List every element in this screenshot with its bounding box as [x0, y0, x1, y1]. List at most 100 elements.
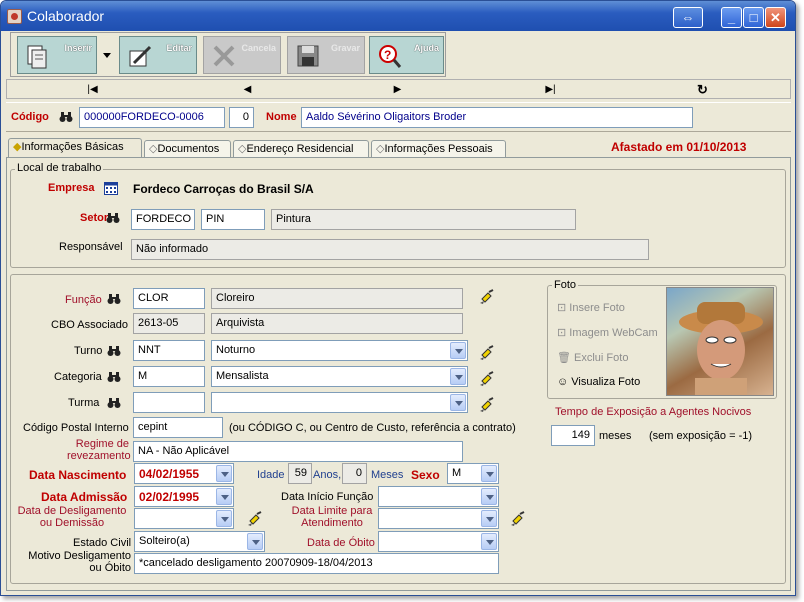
app-icon: [7, 9, 22, 24]
estado-civil-select[interactable]: Solteiro(a): [134, 531, 265, 552]
inicio-funcao-label: Data Início Função: [281, 491, 374, 503]
limite-atendimento-input[interactable]: [378, 508, 499, 529]
setor-sub-input[interactable]: PIN: [201, 209, 265, 230]
admissao-label: Data Admissão: [41, 490, 128, 504]
categoria-select[interactable]: Mensalista: [211, 366, 468, 387]
status-afastado: Afastado em 01/10/2013: [611, 140, 747, 154]
codigo-input[interactable]: 000000FORDECO-0006: [79, 107, 225, 128]
regime-input[interactable]: NA - Não Aplicável: [133, 441, 463, 462]
anos-label: Anos,: [313, 469, 342, 481]
motivo-label: Motivo Desligamento ou Óbito: [28, 550, 131, 574]
cbo-code-field: 2613-05: [133, 313, 205, 334]
turma-code-input[interactable]: [133, 392, 205, 413]
meses-label: Meses: [371, 469, 404, 481]
nav-prev-button[interactable]: ◀: [170, 82, 325, 97]
nav-next-button[interactable]: ▶: [320, 82, 475, 97]
employee-photo-image: [679, 302, 763, 395]
obito-input[interactable]: [378, 531, 499, 552]
idade-field: 59: [288, 463, 312, 484]
setor-binoculars-icon[interactable]: [106, 212, 120, 224]
clear-brush-icon[interactable]: [479, 289, 495, 305]
insert-document-icon: [27, 45, 47, 69]
categoria-binoculars-icon[interactable]: [107, 371, 121, 383]
admissao-input[interactable]: 02/02/1995: [134, 486, 234, 507]
exposicao-hint: (sem exposição = -1): [649, 430, 753, 442]
tab-endereco-residencial[interactable]: ◇Endereço Residencial: [233, 140, 369, 157]
funcao-binoculars-icon[interactable]: [107, 293, 121, 305]
codigo-label: Código: [11, 111, 49, 123]
funcao-name-field: Cloreiro: [211, 288, 463, 309]
chevron-down-icon[interactable]: [450, 368, 466, 385]
setor-code-input[interactable]: FORDECO: [131, 209, 195, 230]
chevron-down-icon[interactable]: [481, 465, 497, 482]
tab-informacoes-basicas[interactable]: ◆Informações Básicas: [8, 138, 142, 158]
clear-brush-icon[interactable]: [247, 511, 263, 527]
cancelar-button[interactable]: Cancela: [203, 36, 281, 74]
chevron-down-icon[interactable]: [450, 394, 466, 411]
chevron-down-icon[interactable]: [481, 488, 497, 505]
insere-foto-button[interactable]: ⊡ Insere Foto: [557, 301, 625, 314]
sexo-select[interactable]: M: [447, 463, 499, 484]
nascimento-input[interactable]: 04/02/1955: [134, 463, 234, 484]
inserir-dropdown-icon[interactable]: [103, 53, 111, 58]
funcao-code-input[interactable]: CLOR: [133, 288, 205, 309]
svg-text:?: ?: [384, 48, 391, 62]
setor-name-field: Pintura: [271, 209, 576, 230]
chevron-down-icon[interactable]: [481, 533, 497, 550]
editar-button[interactable]: Editar: [119, 36, 197, 74]
editar-label: Editar: [166, 43, 192, 53]
idade-label: Idade: [257, 469, 285, 481]
clear-brush-icon[interactable]: [479, 397, 495, 413]
close-button[interactable]: ✕: [765, 7, 786, 28]
inserir-button[interactable]: Inserir: [17, 36, 97, 74]
refresh-button[interactable]: ↻: [625, 82, 780, 97]
turno-select[interactable]: Noturno: [211, 340, 468, 361]
help-magnifier-icon: ?: [379, 45, 402, 68]
chevron-down-icon[interactable]: [216, 510, 232, 527]
estado-civil-label: Estado Civil: [73, 537, 132, 549]
tab-informacoes-pessoais[interactable]: ◇Informações Pessoais: [371, 140, 506, 157]
categoria-code-input[interactable]: M: [133, 366, 205, 387]
turno-code-input[interactable]: NNT: [133, 340, 205, 361]
search-binoculars-icon[interactable]: [59, 111, 73, 123]
exclui-foto-button[interactable]: 🗑 Exclui Foto: [557, 351, 628, 364]
chevron-down-icon[interactable]: [216, 488, 232, 505]
desligamento-input[interactable]: [134, 508, 234, 529]
chevron-down-icon[interactable]: [247, 533, 263, 550]
inicio-funcao-input[interactable]: [378, 486, 499, 507]
meses-field: 0: [342, 463, 367, 484]
calendar-icon[interactable]: [104, 182, 118, 195]
ajuda-button[interactable]: ? Ajuda: [369, 36, 444, 74]
cpi-input[interactable]: cepint: [133, 417, 223, 438]
motivo-input[interactable]: *cancelado desligamento 20070909-18/04/2…: [134, 553, 499, 574]
clear-brush-icon[interactable]: [479, 345, 495, 361]
nav-first-button[interactable]: |◀: [15, 82, 170, 97]
resize-toggle-icon[interactable]: ⇔: [673, 7, 703, 28]
setor-label: Setor: [80, 212, 109, 224]
maximize-button[interactable]: □: [743, 7, 764, 28]
exposicao-input[interactable]: 149: [551, 425, 595, 446]
chevron-down-icon[interactable]: [481, 510, 497, 527]
categoria-label: Categoria: [54, 371, 102, 383]
tab-documentos[interactable]: ◇Documentos: [144, 140, 231, 157]
turno-binoculars-icon[interactable]: [107, 345, 121, 357]
empresa-label: Empresa: [48, 182, 95, 194]
turma-binoculars-icon[interactable]: [107, 397, 121, 409]
chevron-down-icon[interactable]: [216, 465, 232, 482]
webcam-button[interactable]: ⊡ Imagem WebCam: [557, 326, 658, 339]
nome-input[interactable]: Aaldo Sévérino Oligaitors Broder: [301, 107, 693, 128]
categoria-select-value: Mensalista: [216, 370, 269, 382]
cancel-x-icon: [213, 45, 235, 67]
turma-select[interactable]: [211, 392, 468, 413]
local-trabalho-label: Local de trabalho: [15, 162, 104, 174]
clear-brush-icon[interactable]: [510, 511, 526, 527]
cpi-hint: (ou CÓDIGO C, ou Centro de Custo, referê…: [229, 422, 516, 434]
nav-last-button[interactable]: ▶|: [473, 82, 628, 97]
visualiza-foto-button[interactable]: ☺ Visualiza Foto: [557, 376, 640, 388]
codigo-seq-input[interactable]: 0: [229, 107, 254, 128]
chevron-down-icon[interactable]: [450, 342, 466, 359]
minimize-button[interactable]: _: [721, 7, 742, 28]
gravar-button[interactable]: Gravar: [287, 36, 365, 74]
tab-label: Informações Pessoais: [384, 143, 493, 155]
clear-brush-icon[interactable]: [479, 371, 495, 387]
